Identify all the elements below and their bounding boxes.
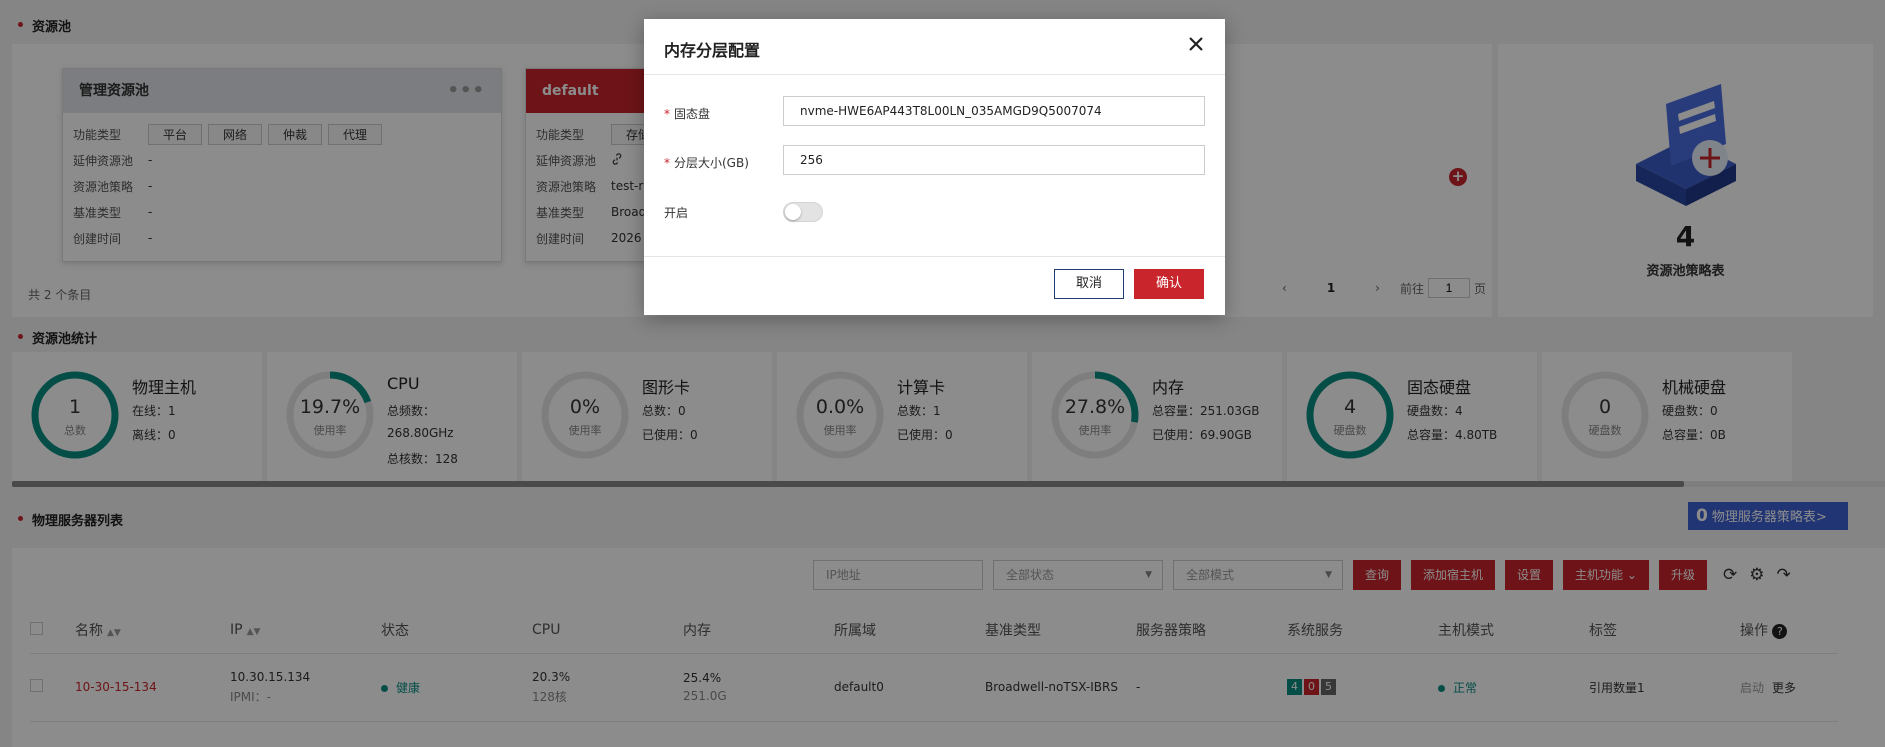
tier-size-input[interactable]: 256: [783, 145, 1205, 175]
ssd-label: * 固态盘: [664, 107, 711, 121]
memory-tier-dialog: 内存分层配置 * 固态盘 nvme-HWE6AP443T8L00LN_035AMG…: [644, 19, 1225, 315]
enable-toggle[interactable]: [783, 202, 823, 222]
close-icon[interactable]: [1185, 33, 1207, 55]
confirm-button[interactable]: 确认: [1134, 269, 1204, 299]
cancel-button[interactable]: 取消: [1054, 269, 1124, 299]
tier-size-label: * 分层大小(GB): [664, 156, 749, 170]
ssd-input[interactable]: nvme-HWE6AP443T8L00LN_035AMGD9Q5007074: [783, 96, 1205, 126]
enable-label: 开启: [664, 206, 689, 220]
dialog-header: 内存分层配置: [644, 19, 1225, 75]
dialog-title: 内存分层配置: [664, 41, 761, 60]
